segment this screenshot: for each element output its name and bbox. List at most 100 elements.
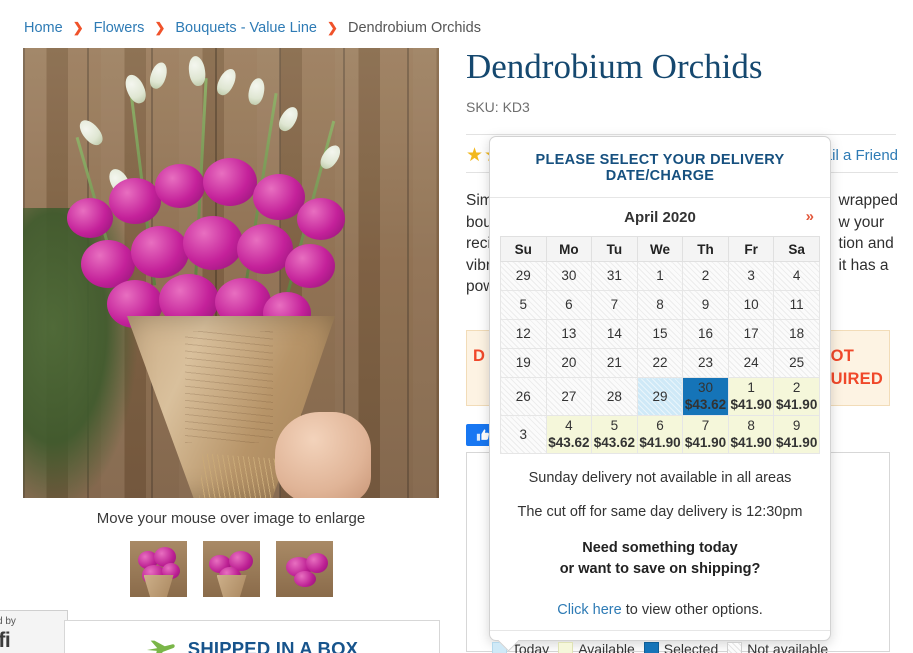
- day-header-th: Th: [682, 236, 729, 262]
- calendar-day-14: 14: [591, 319, 638, 349]
- calendar-day-7[interactable]: 7 $41.90: [682, 415, 729, 454]
- calendar-day-9[interactable]: 9 $41.90: [773, 415, 820, 454]
- breadcrumb-item-flowers[interactable]: Flowers: [94, 20, 145, 36]
- image-hand: [275, 412, 371, 498]
- breadcrumb: Home ❯ Flowers ❯ Bouquets - Value Line ❯…: [24, 18, 481, 38]
- calendar-day-3: 3: [727, 261, 775, 291]
- legend-label: Selected: [663, 641, 719, 653]
- product-main-image[interactable]: [23, 48, 439, 498]
- promo-line-2: or want to save on shipping?: [559, 561, 761, 577]
- calendar-day-1[interactable]: 1 $41.90: [727, 377, 775, 416]
- day-number: 9: [792, 418, 801, 433]
- day-number: 8: [747, 418, 755, 433]
- day-number: 26: [515, 388, 531, 404]
- day-number: 1: [656, 268, 664, 283]
- image-bloom: [285, 244, 335, 288]
- thumbnail-strip: [23, 541, 439, 597]
- thumbnail-3[interactable]: [275, 541, 333, 597]
- calendar-day-10: 10: [727, 290, 775, 320]
- breadcrumb-separator-icon: ❯: [72, 20, 84, 35]
- shipped-in-a-box-panel: SHIPPED IN A BOX: [64, 620, 440, 653]
- next-month-button[interactable]: »: [806, 208, 814, 226]
- calendar-day-1: 1: [636, 261, 684, 291]
- day-number: 5: [610, 418, 619, 433]
- calendar-day-23: 23: [682, 348, 729, 378]
- day-number: 28: [606, 388, 622, 404]
- description-right-fragments: wrapped w your tion and it has a: [839, 190, 898, 298]
- calendar-day-11: 11: [773, 290, 820, 320]
- calendar-day-3: 3: [500, 415, 547, 454]
- breadcrumb-item-bouquets[interactable]: Bouquets - Value Line: [175, 20, 317, 36]
- alert-right-fragment: OT UIRED: [831, 345, 883, 391]
- calendar-day-29: 29: [500, 261, 547, 291]
- day-number: 20: [561, 355, 577, 370]
- calendar-day-29: 29: [636, 377, 684, 416]
- calendar-header-row: Su Mo Tu We Th Fr Sa: [500, 236, 820, 262]
- calendar-day-2: 2: [682, 261, 729, 291]
- calendar-day-8[interactable]: 8 $41.90: [727, 415, 775, 454]
- day-number: 17: [743, 326, 759, 341]
- day-price: $41.90: [639, 435, 681, 450]
- day-number: 7: [610, 297, 619, 312]
- day-number: 3: [519, 426, 528, 442]
- calendar-day-30[interactable]: 30 $43.62: [682, 377, 729, 416]
- day-number: 30: [561, 268, 577, 283]
- breadcrumb-item-home[interactable]: Home: [24, 20, 63, 36]
- day-number: 7: [701, 418, 710, 433]
- day-number: 27: [561, 388, 577, 404]
- click-here-link[interactable]: Click here: [557, 602, 621, 618]
- promo-line-1: Need something today: [582, 540, 738, 556]
- day-number: 19: [515, 355, 531, 370]
- trust-badge-line1: d by: [0, 616, 16, 627]
- calendar-week-row: 3 4 $43.62 5 $43.62 6 $41.90 7 $41.90 8 $41.90 9 $41…: [500, 415, 820, 454]
- day-number: 30: [698, 380, 714, 395]
- product-page: Home ❯ Flowers ❯ Bouquets - Value Line ❯…: [0, 0, 913, 653]
- image-bloom: [67, 198, 113, 238]
- day-price: $41.90: [684, 435, 727, 450]
- page-title: Dendrobium Orchids: [466, 47, 763, 86]
- day-number: 6: [565, 297, 573, 312]
- calendar-day-20: 20: [545, 348, 593, 378]
- day-header-su: Su: [500, 236, 547, 262]
- calendar-day-31: 31: [591, 261, 638, 291]
- legend-swatch-icon: [727, 641, 743, 653]
- alert-line-1: OT: [830, 347, 854, 365]
- day-number: 24: [743, 355, 759, 370]
- alert-line-2: UIRED: [830, 370, 883, 388]
- other-options-row: Click here to view other options.: [490, 580, 830, 630]
- email-a-friend-link[interactable]: ail a Friend: [824, 147, 898, 164]
- calendar-day-13: 13: [545, 319, 593, 349]
- product-info: Dendrobium Orchids SKU: KD3: [466, 46, 896, 135]
- calendar-day-2[interactable]: 2 $41.90: [773, 377, 820, 416]
- calendar-week-row: 19 20 21 22 23 24 25: [500, 348, 820, 378]
- day-price: $41.90: [730, 397, 772, 412]
- calendar-week-row: 26 27 28 29 30 $43.62 1 $41.90 2 $41.90: [500, 377, 820, 416]
- trust-badge-line2: ifi: [0, 629, 11, 652]
- thumbnail-1[interactable]: [129, 541, 187, 597]
- calendar-day-6[interactable]: 6 $41.90: [636, 415, 684, 454]
- day-number: 11: [789, 297, 804, 312]
- day-number: 9: [701, 297, 710, 312]
- calendar-day-15: 15: [636, 319, 684, 349]
- calendar-day-4[interactable]: 4 $43.62: [545, 415, 593, 454]
- sku-label: SKU: KD3: [466, 99, 530, 115]
- calendar-day-5[interactable]: 5 $43.62: [591, 415, 638, 454]
- thumbnail-2[interactable]: [202, 541, 260, 597]
- click-here-suffix: to view other options.: [621, 602, 763, 618]
- calendar-week-row: 12 13 14 15 16 17 18: [500, 319, 820, 349]
- day-header-sa: Sa: [773, 236, 820, 262]
- description-line: tion and: [838, 235, 894, 252]
- day-number: 16: [698, 326, 714, 341]
- calendar-legend: Today Available Selected Not available: [490, 630, 830, 653]
- trust-badge-widget[interactable]: d by ifi: [0, 610, 68, 653]
- day-header-we: We: [636, 236, 684, 262]
- day-number: 31: [606, 268, 622, 283]
- calendar-day-5: 5: [500, 290, 547, 320]
- calendar-day-6: 6: [545, 290, 593, 320]
- calendar-week-row: 5 6 7 8 9 10 11: [500, 290, 820, 320]
- day-number: 5: [519, 297, 528, 312]
- calendar-day-16: 16: [682, 319, 729, 349]
- legend-swatch-icon: [643, 641, 659, 653]
- day-number: 8: [656, 297, 664, 312]
- cutoff-note: The cut off for same day delivery is 12:…: [517, 504, 803, 520]
